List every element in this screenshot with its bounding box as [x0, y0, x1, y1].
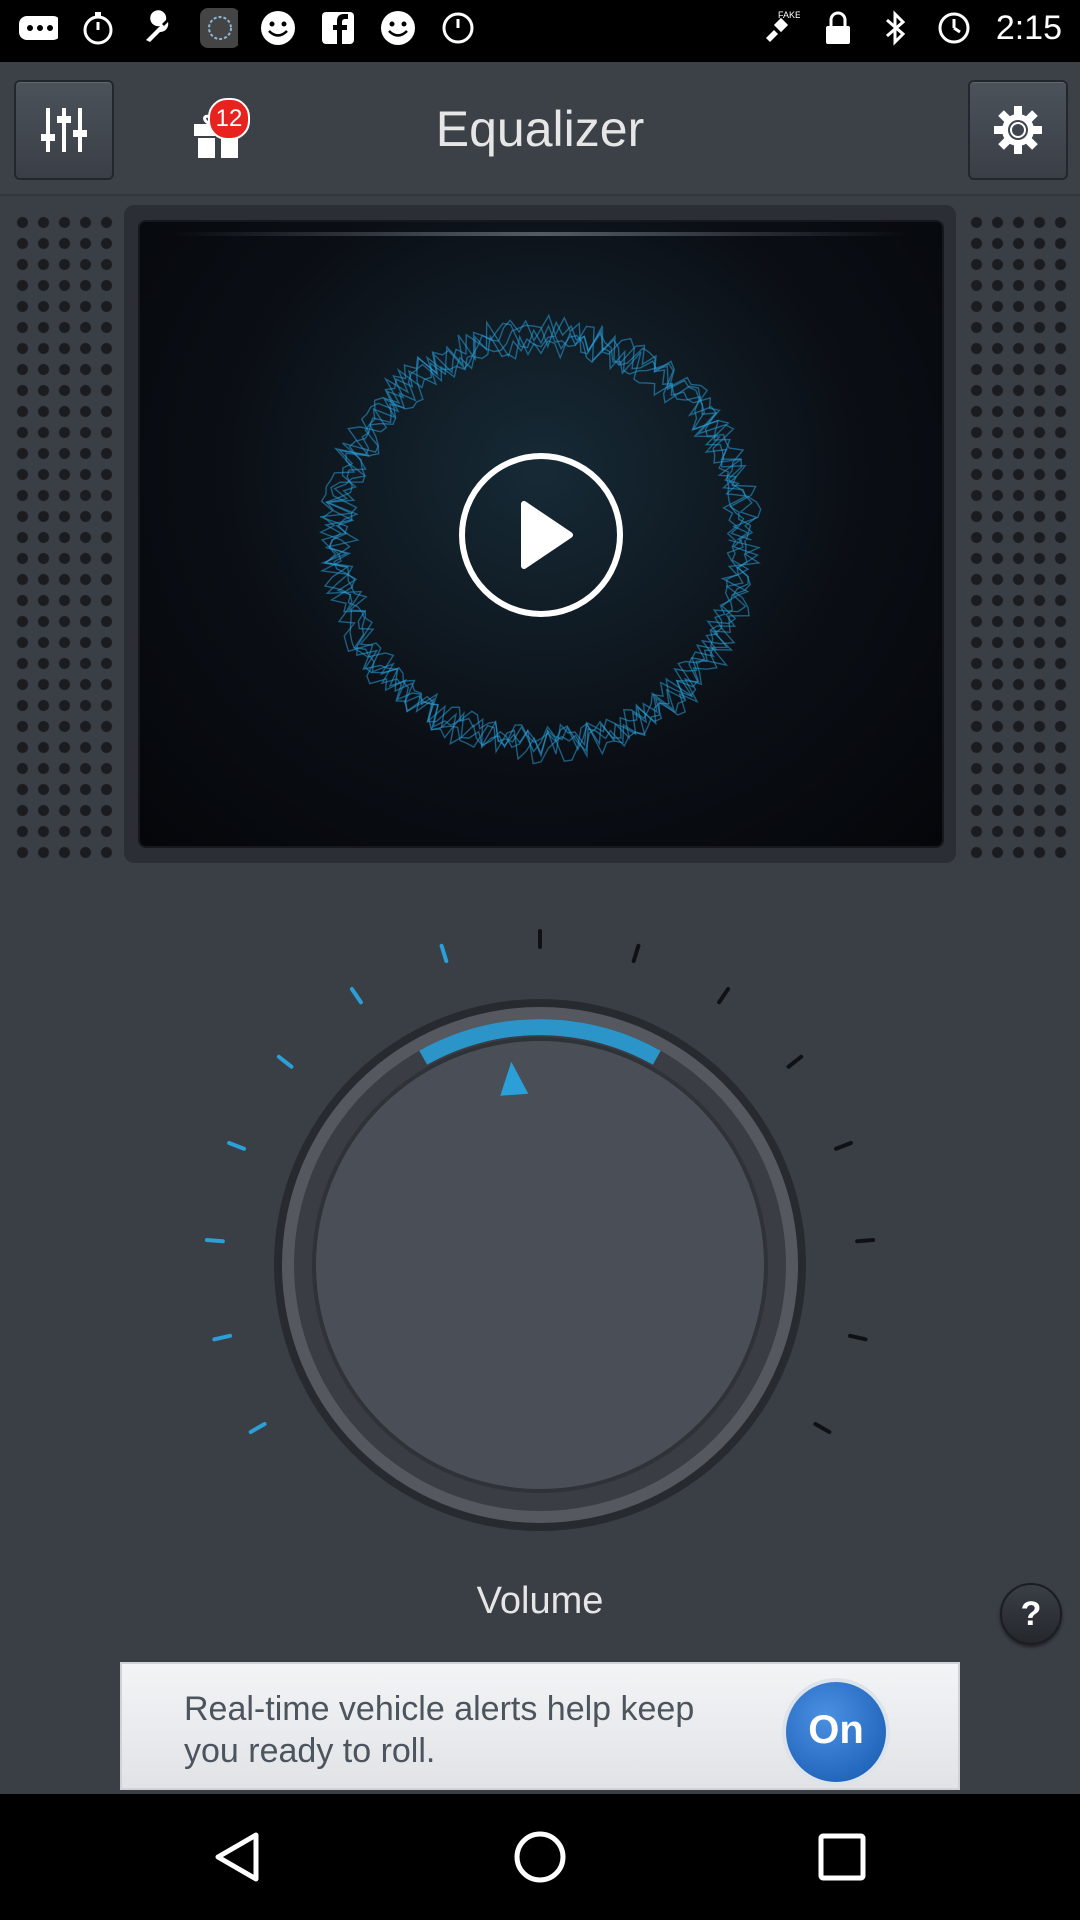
settings-button[interactable] — [968, 80, 1068, 180]
dial-tick — [204, 1238, 225, 1244]
dial-tick — [717, 987, 731, 1005]
recents-icon — [818, 1833, 866, 1881]
dial-tick — [349, 987, 363, 1005]
ad-logo: On — [782, 1678, 890, 1786]
play-button[interactable] — [458, 452, 624, 618]
play-icon — [459, 453, 623, 617]
left-speaker-grille — [8, 208, 118, 858]
home-button[interactable] — [502, 1819, 578, 1895]
gps-fake-icon: FAKE — [760, 8, 800, 48]
more-icon — [18, 8, 58, 48]
smiley-icon — [378, 8, 418, 48]
alarm-icon — [934, 8, 974, 48]
volume-dial[interactable] — [0, 900, 1080, 1660]
back-button[interactable] — [200, 1819, 276, 1895]
visualizer-screen — [138, 220, 944, 848]
help-button[interactable]: ? — [1000, 1583, 1062, 1645]
gear-icon — [994, 106, 1042, 154]
page-title: Equalizer — [435, 101, 645, 157]
app-icon — [198, 8, 238, 48]
ad-text: Real-time vehicle alerts help keep you r… — [184, 1690, 695, 1770]
dial-tick — [834, 1141, 853, 1151]
bluetooth-icon — [876, 8, 916, 48]
ad-banner[interactable]: Real-time vehicle alerts help keep you r… — [120, 1662, 960, 1790]
dial-tick — [227, 1141, 246, 1151]
back-icon — [215, 1832, 259, 1882]
app-header: 12 Equalizer — [0, 62, 1080, 196]
status-time: 2:15 — [995, 8, 1062, 47]
dial-tick — [276, 1054, 294, 1069]
status-bar: FAKE 2:15 — [0, 0, 1080, 62]
smiley-icon — [258, 8, 298, 48]
dial-tick — [855, 1238, 876, 1244]
right-speaker-grille — [962, 208, 1072, 858]
dial-tick — [248, 1422, 267, 1434]
dial-tick — [848, 1333, 868, 1342]
facebook-icon — [318, 8, 358, 48]
home-icon — [514, 1831, 566, 1883]
recents-button[interactable] — [804, 1819, 880, 1895]
dial-tick — [786, 1054, 804, 1069]
dial-tick — [813, 1422, 832, 1434]
dial-knob[interactable] — [312, 1037, 768, 1493]
dial-tick — [631, 943, 641, 964]
wrench-icon — [138, 8, 178, 48]
navigation-bar — [0, 1794, 1080, 1920]
volume-label: Volume — [476, 1580, 604, 1622]
dial-tick — [212, 1333, 232, 1342]
svg-text:FAKE: FAKE — [778, 10, 800, 20]
lock-icon — [818, 8, 858, 48]
alarm-icon — [438, 8, 478, 48]
stopwatch-icon — [78, 8, 118, 48]
dial-tick — [439, 943, 449, 964]
